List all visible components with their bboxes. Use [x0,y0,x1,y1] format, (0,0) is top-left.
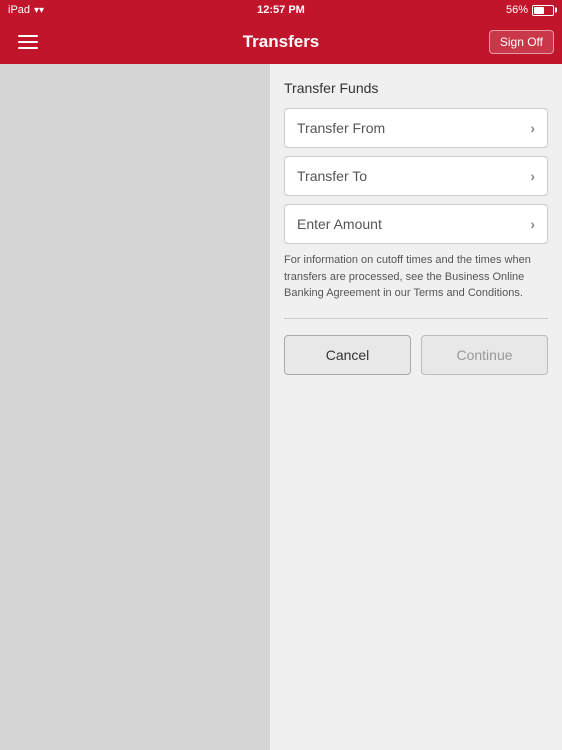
app-header: Transfers Sign Off [0,20,562,64]
cancel-button[interactable]: Cancel [284,335,411,375]
transfer-to-label: Transfer To [297,168,367,184]
chevron-right-icon: › [530,120,535,136]
status-bar: iPad ▾▾ 12:57 PM 56% [0,0,562,20]
continue-button[interactable]: Continue [421,335,548,375]
menu-button[interactable] [12,29,44,55]
buttons-row: Cancel Continue [284,335,548,375]
sign-off-button[interactable]: Sign Off [489,30,554,54]
enter-amount-label: Enter Amount [297,216,382,232]
enter-amount-field[interactable]: Enter Amount › [284,204,548,244]
hamburger-icon [18,47,38,49]
page-title: Transfers [243,32,320,52]
chevron-right-icon: › [530,168,535,184]
chevron-right-icon: › [530,216,535,232]
sidebar [0,64,270,750]
section-title: Transfer Funds [284,80,548,96]
divider [284,318,548,319]
info-text: For information on cutoff times and the … [284,252,548,302]
battery-percent: 56% [506,4,528,16]
content-panel: Transfer Funds Transfer From › Transfer … [270,64,562,750]
battery-icon [532,5,554,16]
hamburger-icon [18,41,38,43]
transfer-from-field[interactable]: Transfer From › [284,108,548,148]
status-right: 56% [506,4,554,16]
wifi-icon: ▾▾ [34,5,44,16]
transfer-from-label: Transfer From [297,120,385,136]
status-time: 12:57 PM [257,4,305,16]
battery-fill [534,7,544,14]
main-layout: Transfer Funds Transfer From › Transfer … [0,64,562,750]
device-label: iPad [8,4,30,16]
status-left: iPad ▾▾ [8,4,44,16]
hamburger-icon [18,35,38,37]
transfer-to-field[interactable]: Transfer To › [284,156,548,196]
